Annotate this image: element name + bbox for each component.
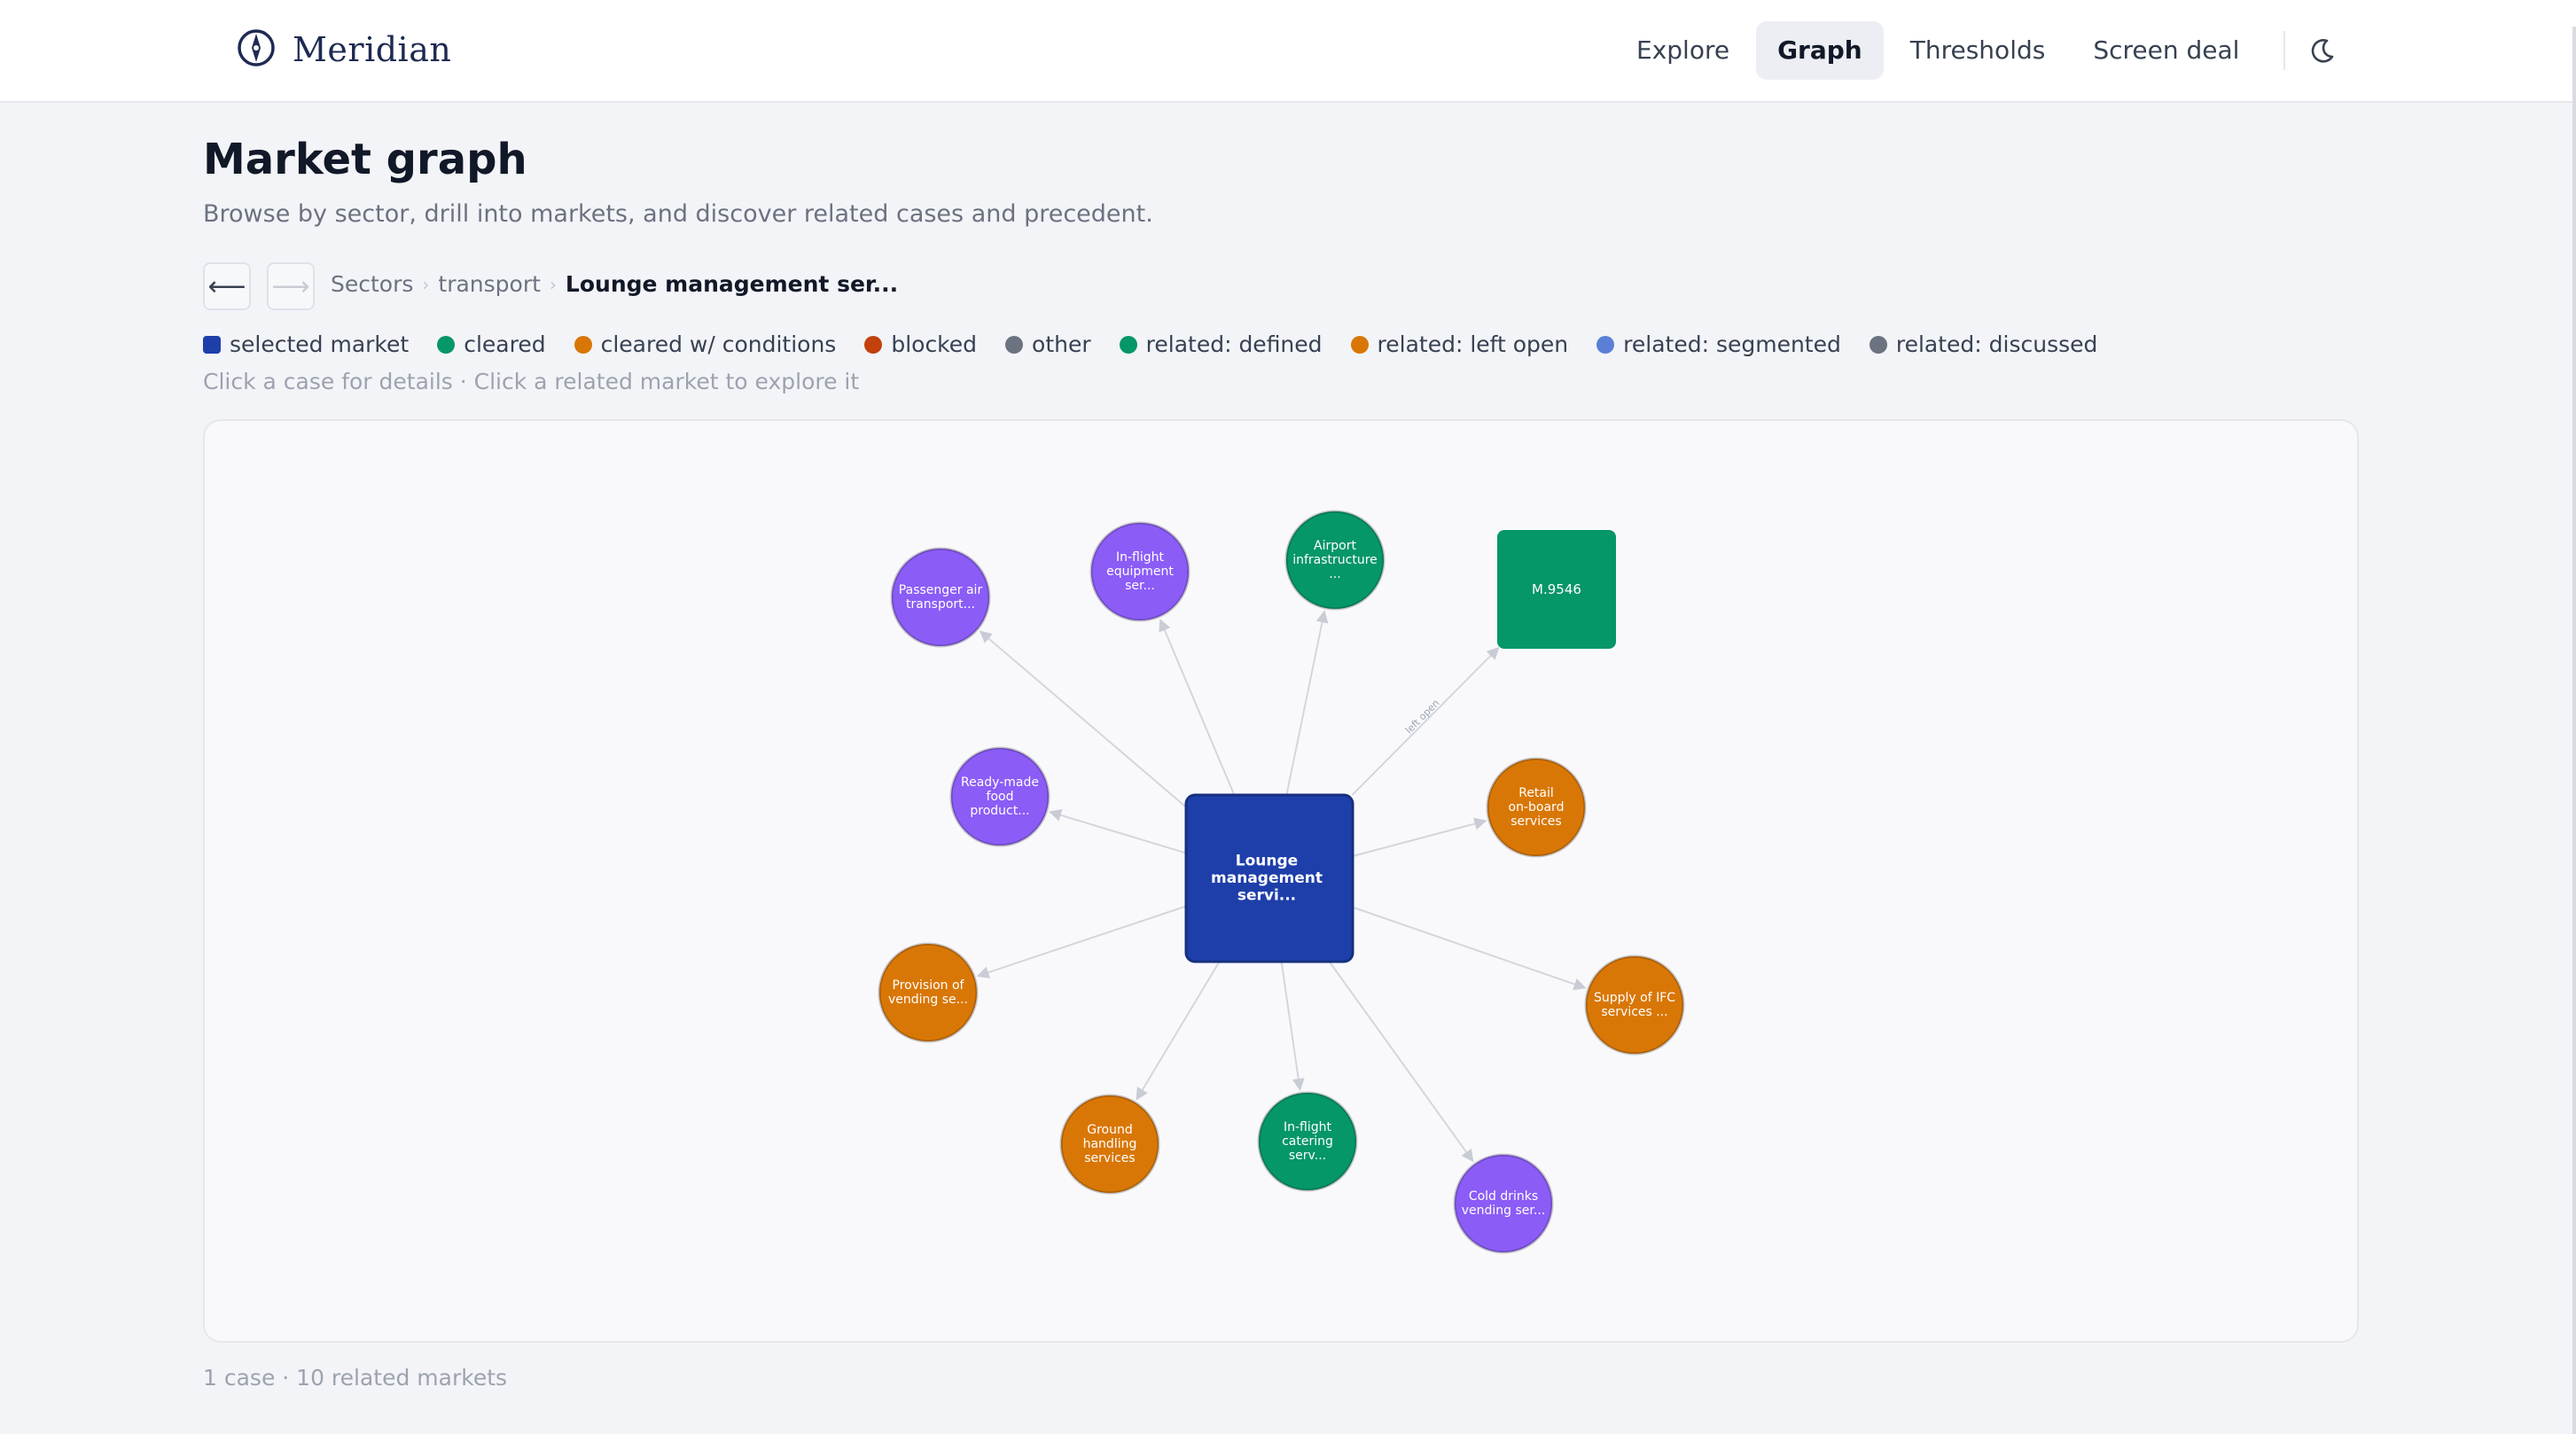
graph-edge — [976, 905, 1187, 978]
page-title: Market graph — [203, 135, 527, 184]
market-graph: left open Passenger air transport... In-fl… — [878, 510, 1685, 1254]
graph-stats: 1 case · 10 related markets — [203, 1365, 508, 1391]
graph-hint: Click a case for details · Click a relat… — [203, 369, 860, 394]
related-market-node[interactable]: Retail on-board services — [1486, 757, 1587, 858]
related-market-node[interactable]: Airport infrastructure... — [1284, 510, 1386, 611]
related-market-label: Cold drinks vending ser... — [1462, 1189, 1546, 1218]
related-market-node[interactable]: Ready-made food product... — [949, 746, 1050, 847]
legend-related-segmented: related: segmented — [1596, 331, 1841, 357]
related-market-label: Provision of vending se... — [888, 978, 968, 1007]
compass-logo-icon — [236, 27, 277, 72]
nav-divider — [2283, 31, 2286, 70]
graph-edge — [1285, 610, 1329, 796]
legend-related-left-open: related: left open — [1350, 331, 1568, 357]
legend-swatch — [864, 335, 883, 354]
legend-cleared-conditions: cleared w/ conditions — [574, 331, 836, 357]
legend-swatch — [1596, 335, 1615, 354]
legend-swatch — [203, 335, 221, 354]
selected-market-node[interactable]: Lounge management servi... — [1184, 793, 1354, 963]
chevron-right-icon: › — [422, 273, 430, 295]
related-market-node[interactable]: Passenger air transport... — [890, 547, 991, 648]
graph-edge — [1352, 817, 1487, 857]
legend-cleared: cleared — [437, 331, 546, 357]
graph-edge — [1049, 809, 1187, 854]
back-button[interactable]: ⟵ — [203, 262, 251, 310]
graph-edge — [1136, 961, 1221, 1101]
nav-screen-deal[interactable]: Screen deal — [2072, 21, 2260, 80]
related-market-label: Supply of IFC services ... — [1594, 991, 1675, 1019]
breadcrumb-current: Lounge management ser... — [565, 271, 899, 297]
graph-panel: left open Passenger air transport... In-fl… — [203, 419, 2359, 1343]
related-market-node[interactable]: In-flight equipment ser... — [1089, 521, 1190, 622]
related-market-node[interactable]: Supply of IFC services ... — [1584, 955, 1685, 1056]
breadcrumb-sectors[interactable]: Sectors — [331, 271, 413, 297]
edge-label: left open — [1403, 698, 1442, 736]
related-market-node[interactable]: Ground handling services — [1059, 1094, 1160, 1195]
main-nav: Explore Graph Thresholds Screen deal — [1615, 21, 2340, 80]
graph-edge — [1352, 906, 1587, 991]
legend-swatch — [574, 335, 592, 354]
graph-edge — [1280, 961, 1305, 1091]
legend-related-defined: related: defined — [1119, 331, 1323, 357]
arrow-right-icon: ⟶ — [271, 270, 310, 302]
chevron-right-icon: › — [549, 273, 557, 295]
brand-name: Meridian — [293, 30, 452, 69]
brand-logo[interactable]: Meridian — [236, 27, 451, 72]
related-market-node[interactable]: Cold drinks vending ser... — [1453, 1153, 1554, 1254]
top-navigation-bar: Meridian Explore Graph Thresholds Screen… — [0, 0, 2576, 103]
graph-legend: selected market cleared cleared w/ condi… — [203, 331, 2126, 357]
breadcrumb: Sectors › transport › Lounge management … — [331, 271, 898, 297]
legend-swatch — [437, 335, 456, 354]
nav-explore[interactable]: Explore — [1615, 21, 1751, 80]
case-label: M.9546 — [1532, 581, 1581, 597]
legend-blocked: blocked — [864, 331, 977, 357]
legend-swatch — [1119, 335, 1137, 354]
legend-selected-market: selected market — [203, 331, 409, 357]
breadcrumb-transport[interactable]: transport — [438, 271, 541, 297]
related-market-node[interactable]: In-flight catering serv... — [1257, 1091, 1358, 1192]
related-market-label: Passenger air transport... — [899, 583, 983, 612]
related-market-label: In-flight catering serv... — [1282, 1120, 1333, 1163]
graph-edge — [1159, 619, 1236, 796]
arrow-left-icon: ⟵ — [207, 270, 246, 302]
related-market-node[interactable]: Provision of vending se... — [878, 942, 979, 1043]
scrollbar[interactable] — [2572, 27, 2576, 1434]
related-market-label: Ground handling services — [1083, 1123, 1137, 1165]
page-subtitle: Browse by sector, drill into markets, an… — [203, 200, 1153, 228]
case-node[interactable]: M.9546 — [1497, 530, 1616, 649]
moon-icon[interactable] — [2305, 33, 2340, 68]
legend-swatch — [1350, 335, 1369, 354]
nav-graph[interactable]: Graph — [1756, 21, 1884, 80]
legend-other: other — [1005, 331, 1091, 357]
nav-thresholds[interactable]: Thresholds — [1889, 21, 2067, 80]
forward-button[interactable]: ⟶ — [267, 262, 315, 310]
legend-related-discussed: related: discussed — [1869, 331, 2097, 357]
legend-swatch — [1005, 335, 1024, 354]
legend-swatch — [1869, 335, 1887, 354]
